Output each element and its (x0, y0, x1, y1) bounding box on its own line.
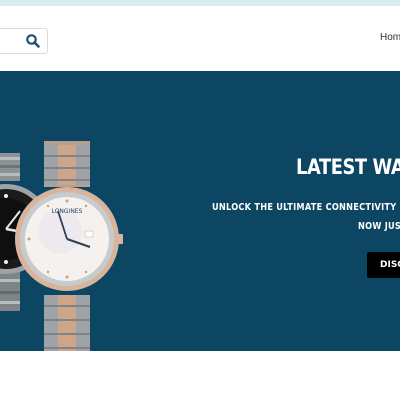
hero-banner: LONGINES LATEST WATC UNLOCK THE ULTIMATE… (0, 71, 400, 351)
search-input[interactable] (3, 32, 21, 50)
watches-image: LONGINES (0, 141, 123, 351)
watch-brand-label: LONGINES (52, 208, 83, 215)
nav-home-link[interactable]: Hom (380, 32, 400, 43)
hero-title: LATEST WATC (296, 155, 400, 179)
discover-button[interactable]: DISCO (367, 252, 400, 278)
site-header: Hom (0, 6, 400, 71)
search-box (0, 28, 48, 54)
hero-subtitle-line1: UNLOCK THE ULTIMATE CONNECTIVITY EXPER (212, 202, 400, 213)
longines-watch: LONGINES (15, 141, 123, 351)
hero-subtitle-line2: NOW JUST (358, 221, 400, 232)
search-icon[interactable] (25, 33, 41, 49)
